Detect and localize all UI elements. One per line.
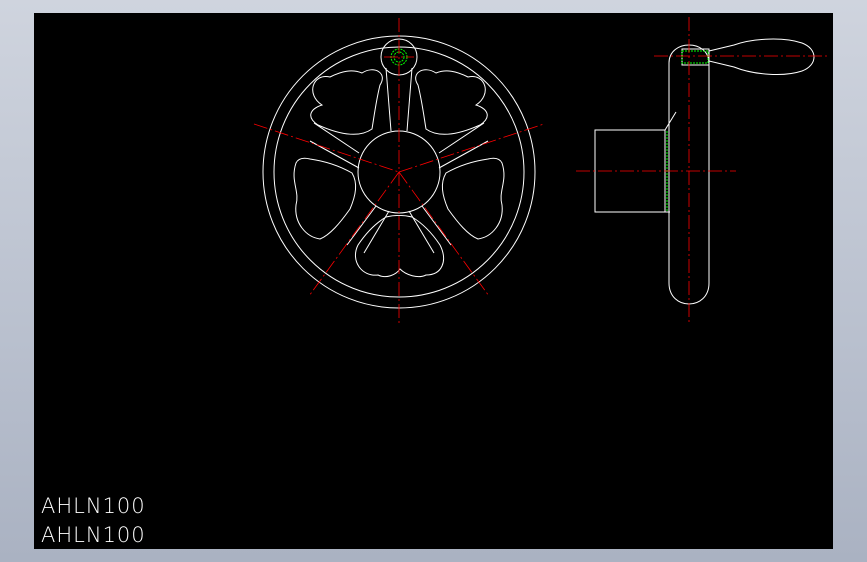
cad-drawing-viewport[interactable]: AHLN100 AHLN100: [34, 13, 833, 549]
handwheel-drawing: [253, 17, 829, 325]
drawing-label-1: AHLN100: [41, 494, 146, 518]
side-hidden-lines: [666, 50, 709, 211]
side-handle-grip: [708, 38, 815, 75]
front-centerlines: [253, 18, 545, 325]
side-view: [594, 38, 815, 305]
drawing-label-2: AHLN100: [41, 523, 146, 547]
